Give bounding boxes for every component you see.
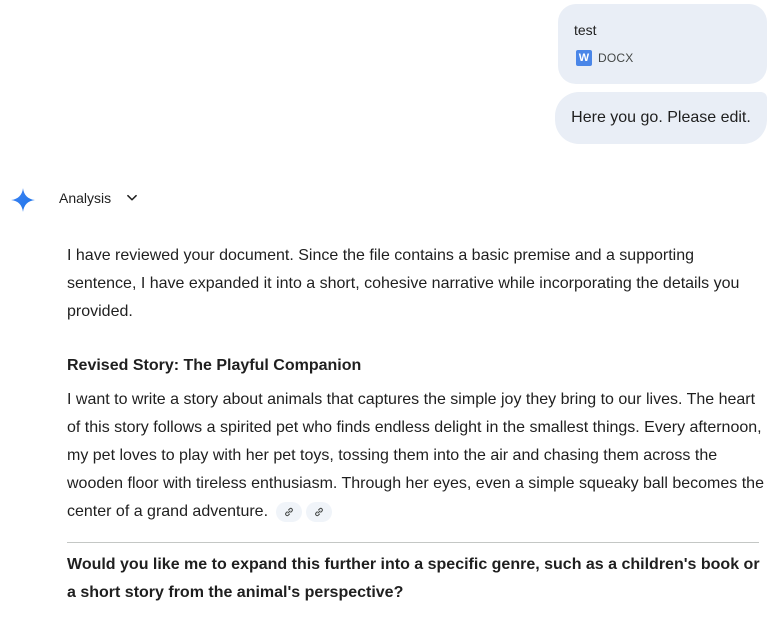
follow-up-question: Would you like me to expand this further… (67, 556, 760, 601)
source-chip-1[interactable] (276, 501, 303, 522)
attachment-file-type: DOCX (598, 51, 634, 65)
user-message-text: Here you go. Please edit. (571, 109, 751, 126)
user-message-bubble: Here you go. Please edit. (555, 92, 767, 144)
story-body-text: I want to write a story about animals th… (67, 391, 764, 520)
attachment-file-name: test (574, 22, 597, 38)
attachment-type-row: W DOCX (576, 50, 633, 66)
analysis-toggle[interactable]: Analysis (59, 190, 139, 206)
gemini-sparkle-icon (11, 188, 35, 212)
story-body: I want to write a story about animals th… (67, 386, 767, 526)
link-icon (315, 507, 324, 516)
response-intro: I have reviewed your document. Since the… (67, 247, 740, 320)
link-icon (285, 507, 294, 516)
story-title: Revised Story: The Playful Companion (67, 357, 362, 374)
response-content: I have reviewed your document. Since the… (67, 242, 767, 607)
analysis-label: Analysis (59, 190, 112, 206)
source-chip-2[interactable] (306, 501, 333, 522)
chevron-down-icon (127, 194, 137, 201)
word-doc-icon: W (576, 50, 592, 66)
divider (67, 542, 759, 543)
attachment-card[interactable]: test W DOCX (558, 4, 767, 84)
